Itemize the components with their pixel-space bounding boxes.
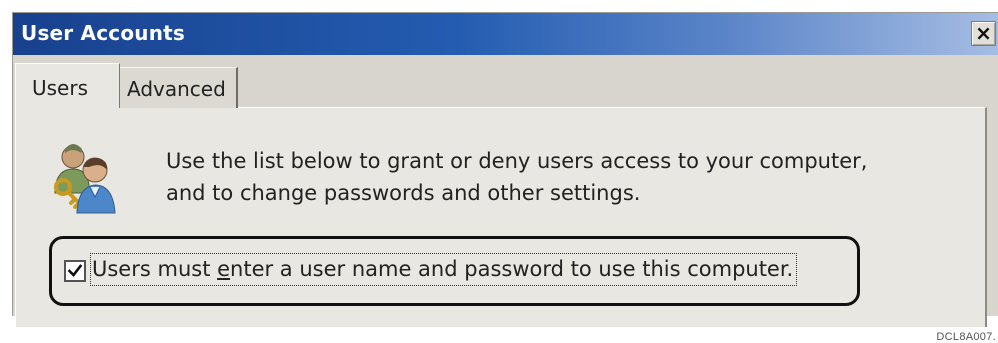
users-description: Use the list below to grant or deny user… (166, 145, 946, 209)
window-title: User Accounts (21, 21, 186, 45)
label-part-1: Users must (92, 257, 218, 281)
tab-advanced[interactable]: Advanced (118, 67, 238, 108)
tab-users-label: Users (32, 76, 89, 100)
title-bar[interactable]: User Accounts × (13, 13, 998, 55)
close-button[interactable]: × (971, 21, 996, 46)
label-mnemonic: e (217, 257, 231, 281)
checkmark-icon (67, 264, 83, 277)
description-line-1: Use the list below to grant or deny user… (166, 149, 868, 173)
users-icon (45, 137, 123, 215)
description-line-2: and to change passwords and other settin… (166, 181, 641, 205)
close-icon: × (975, 20, 992, 45)
tab-advanced-label: Advanced (127, 77, 226, 101)
require-password-checkbox[interactable] (64, 260, 86, 282)
figure-caption: DCL8A007. (936, 331, 996, 343)
require-password-label[interactable]: Users must enter a user name and passwor… (89, 253, 798, 286)
label-part-2: nter a user name and password to use thi… (230, 257, 794, 281)
tab-users[interactable]: Users (15, 63, 120, 108)
